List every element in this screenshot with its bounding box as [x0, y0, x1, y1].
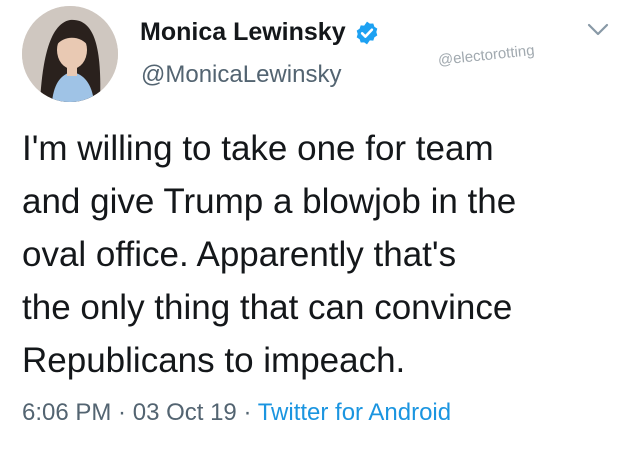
tweet-text-line: and give Trump a blowjob in the — [22, 182, 517, 221]
tweet-text-line: oval office. Apparently that's — [22, 235, 457, 274]
profile-photo — [22, 6, 118, 102]
tweet-source-link[interactable]: Twitter for Android — [258, 399, 451, 426]
tweet-text-line: I'm willing to take one for team — [22, 129, 494, 168]
meta-separator: · — [236, 399, 258, 426]
tweet-card: Monica Lewinsky @MonicaLewinsky @elector… — [0, 0, 640, 457]
chevron-down-icon[interactable] — [586, 22, 610, 38]
tweet-text: I'm willing to take one for team and giv… — [22, 122, 632, 387]
author-avatar[interactable] — [22, 6, 118, 102]
author-handle[interactable]: @MonicaLewinsky — [141, 61, 341, 89]
watermark-text: @electorotting — [437, 41, 536, 69]
tweet-time[interactable]: 6:06 PM — [22, 399, 111, 426]
tweet-text-line: the only thing that can convince — [22, 288, 513, 327]
author-name-row[interactable]: Monica Lewinsky — [140, 18, 380, 47]
tweet-meta: 6:06 PM · 03 Oct 19 · Twitter for Androi… — [22, 399, 451, 427]
tweet-date[interactable]: 03 Oct 19 — [133, 399, 237, 426]
verified-badge-icon — [356, 21, 377, 44]
meta-separator: · — [111, 399, 133, 426]
tweet-text-line: Republicans to impeach. — [22, 341, 406, 380]
author-display-name[interactable]: Monica Lewinsky — [140, 18, 346, 47]
